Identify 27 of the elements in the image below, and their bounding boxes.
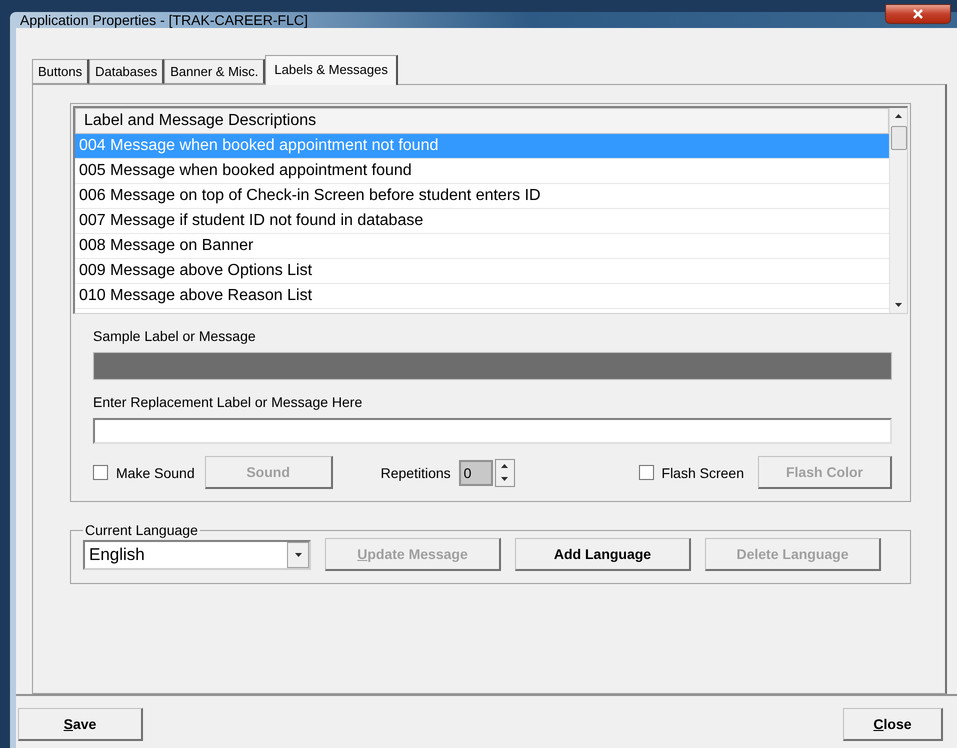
scrollbar[interactable] [889, 108, 907, 313]
language-dropdown[interactable]: English [83, 540, 311, 570]
column-header[interactable]: Label and Message Descriptions [75, 108, 889, 134]
close-icon [913, 9, 923, 19]
language-button[interactable]: Add Language [515, 538, 691, 571]
scroll-down-icon[interactable] [895, 303, 902, 307]
group-label: Current Language [84, 522, 199, 538]
tab[interactable]: Buttons [32, 59, 90, 84]
spin-buttons[interactable] [494, 458, 515, 486]
repetitions-label: Repetitions [380, 464, 451, 480]
flash-screen-checkbox[interactable]: Flash Screen [638, 464, 744, 480]
replacement-label: Enter Replacement Label or Message Here [93, 394, 364, 410]
scroll-up-icon[interactable] [895, 114, 902, 118]
sample-label: Sample Label or Message [93, 328, 257, 344]
scroll-thumb[interactable] [890, 126, 906, 150]
replacement-field[interactable] [93, 418, 892, 444]
window-close-button[interactable] [885, 4, 951, 24]
close-button[interactable]: Close [843, 708, 943, 741]
spin-down-icon[interactable] [501, 477, 508, 481]
save-button[interactable]: Save [18, 708, 143, 741]
tab[interactable]: Labels & Messages [265, 55, 398, 85]
spin-up-icon[interactable] [501, 464, 508, 468]
window-title: Application Properties - [TRAK-CAREER-FLC] [19, 12, 308, 28]
tab[interactable]: Banner & Misc. [164, 59, 266, 84]
make-sound-checkbox[interactable]: Make Sound [93, 464, 195, 480]
tab[interactable]: Databases [89, 59, 164, 84]
dropdown-arrow-icon[interactable] [294, 552, 302, 556]
